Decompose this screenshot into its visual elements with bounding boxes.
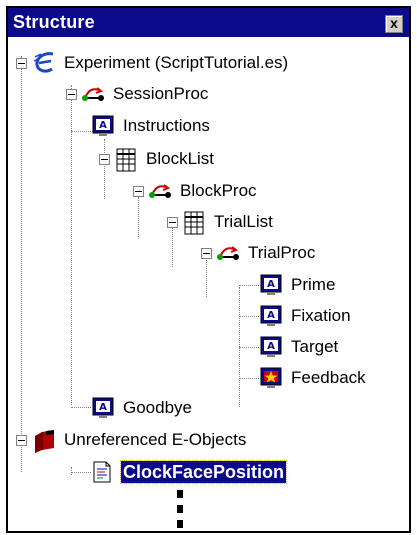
procedure-icon (216, 241, 240, 265)
tree-label: BlockList (146, 149, 215, 168)
svg-text:A: A (267, 279, 275, 290)
expander-blockproc[interactable] (133, 186, 144, 197)
tree-node-prime[interactable]: A Prime (259, 271, 337, 299)
expander-blocklist[interactable] (99, 154, 110, 165)
folder-objects-icon (32, 428, 56, 453)
tree-node-feedback[interactable]: Feedback (259, 364, 368, 392)
tree-node-clockfaceposition[interactable]: ClockFacePosition (91, 458, 288, 486)
tree-node-fixation[interactable]: A Fixation (259, 302, 353, 330)
expander-trialproc[interactable] (201, 248, 212, 259)
tree-label: SessionProc (113, 84, 209, 103)
procedure-icon (81, 82, 105, 106)
tree-node-experiment[interactable]: Experiment (ScriptTutorial.es) (32, 49, 290, 77)
tree-node-triallist[interactable]: TrialList (182, 208, 275, 236)
tree-label: BlockProc (180, 181, 257, 200)
svg-text:A: A (99, 402, 107, 413)
expander-sessionproc[interactable] (66, 89, 77, 100)
tree-label: ClockFacePosition (119, 460, 288, 484)
tree-label: Unreferenced E-Objects (64, 430, 247, 449)
expander-experiment[interactable] (16, 58, 27, 69)
tree-label: Feedback (291, 368, 366, 387)
tree-label: TrialProc (248, 243, 316, 262)
tree-label: Experiment (ScriptTutorial.es) (64, 53, 289, 72)
tree-node-blockproc[interactable]: BlockProc (148, 177, 259, 205)
procedure-icon (148, 179, 172, 203)
feedback-star-icon (259, 366, 283, 390)
tree-node-sessionproc[interactable]: SessionProc (81, 80, 210, 108)
tree-label: Instructions (123, 116, 210, 135)
svg-text:A: A (267, 341, 275, 352)
panel-title: Structure (13, 12, 95, 32)
tree-node-unreferenced[interactable]: Unreferenced E-Objects (32, 426, 248, 454)
text-display-icon: A (259, 273, 283, 297)
text-display-icon: A (91, 396, 115, 420)
expander-unreferenced[interactable] (16, 435, 27, 446)
tree-label: Goodbye (123, 398, 192, 417)
text-display-icon: A (91, 114, 115, 138)
expander-triallist[interactable] (167, 217, 178, 228)
tree-node-instructions[interactable]: A Instructions (91, 112, 212, 140)
svg-text:A: A (267, 310, 275, 321)
svg-text:A: A (99, 120, 107, 131)
text-display-icon: A (259, 335, 283, 359)
continuation-ellipsis (177, 490, 183, 531)
tree-node-target[interactable]: A Target (259, 333, 340, 361)
close-button[interactable]: x (385, 15, 403, 33)
tree-label: TrialList (214, 212, 273, 231)
tree-label: Prime (291, 275, 336, 294)
structure-panel: Structure x Experiment (ScriptTutorial.e… (6, 6, 411, 533)
experiment-e-icon (32, 51, 56, 75)
script-document-icon (91, 460, 115, 484)
list-table-icon (114, 147, 138, 172)
title-bar: Structure x (8, 8, 409, 37)
structure-tree: Experiment (ScriptTutorial.es) SessionPr… (8, 37, 409, 531)
tree-node-trialproc[interactable]: TrialProc (216, 239, 317, 267)
list-table-icon (182, 210, 206, 235)
tree-node-goodbye[interactable]: A Goodbye (91, 394, 194, 422)
tree-label: Target (291, 337, 339, 356)
tree-node-blocklist[interactable]: BlockList (114, 145, 216, 173)
text-display-icon: A (259, 304, 283, 328)
tree-label: Fixation (291, 306, 351, 325)
